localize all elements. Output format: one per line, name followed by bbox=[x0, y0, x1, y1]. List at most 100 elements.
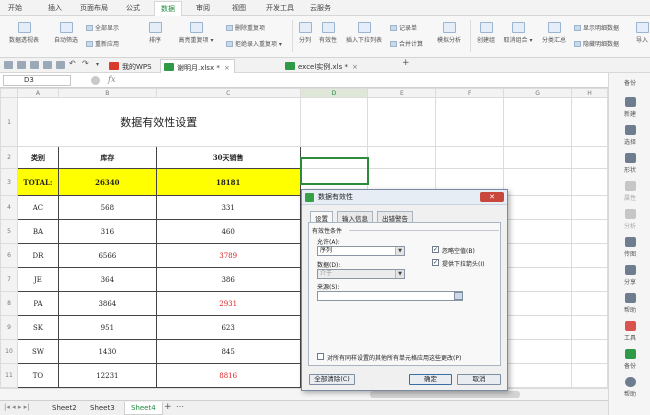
menu-tab-page-layout[interactable]: 页面布局 bbox=[80, 3, 108, 13]
cell[interactable] bbox=[570, 97, 608, 147]
row-header[interactable]: 6 bbox=[0, 243, 18, 268]
cell[interactable] bbox=[570, 195, 608, 220]
category-cell[interactable]: SW bbox=[16, 339, 59, 364]
menu-tab-insert[interactable]: 插入 bbox=[48, 3, 62, 13]
header-sales[interactable]: 30天销售 bbox=[155, 146, 301, 169]
save-icon[interactable] bbox=[30, 61, 39, 69]
menu-tab-home[interactable]: 开始 bbox=[8, 3, 22, 13]
cell[interactable] bbox=[503, 363, 572, 388]
panel-share[interactable]: 分享 bbox=[613, 265, 647, 286]
cell[interactable] bbox=[570, 363, 608, 388]
subtotal-button[interactable]: 分类汇总 bbox=[538, 22, 570, 44]
sheet-tab-sheet4[interactable]: Sheet4 bbox=[124, 402, 163, 415]
panel-help2[interactable]: 帮助 bbox=[613, 377, 647, 398]
range-picker-icon[interactable] bbox=[454, 292, 463, 300]
name-box[interactable]: D3 bbox=[3, 75, 71, 86]
row-header[interactable]: 3 bbox=[0, 168, 18, 196]
show-all-button[interactable]: 全部显示 bbox=[86, 23, 119, 32]
menu-tab-data[interactable]: 数据 bbox=[154, 1, 182, 16]
column-header-d[interactable]: D bbox=[299, 88, 369, 98]
sales-cell[interactable]: 8816 bbox=[155, 363, 301, 388]
stock-cell[interactable]: 6566 bbox=[57, 243, 157, 268]
close-tab-icon[interactable]: × bbox=[352, 63, 358, 71]
highlight-duplicates-button[interactable]: 高亮重复项 ▾ bbox=[172, 22, 220, 44]
cell[interactable] bbox=[570, 146, 608, 169]
category-cell[interactable]: TO bbox=[16, 363, 59, 388]
import-button[interactable]: 导入 bbox=[634, 22, 650, 44]
menu-tab-view[interactable]: 视图 bbox=[232, 3, 246, 13]
sales-cell[interactable]: 623 bbox=[155, 315, 301, 340]
cell[interactable] bbox=[503, 219, 572, 244]
panel-help[interactable]: 帮助 bbox=[613, 293, 647, 314]
cell[interactable] bbox=[503, 168, 572, 196]
stock-cell[interactable]: 3864 bbox=[57, 291, 157, 316]
split-columns-button[interactable]: 分列 bbox=[296, 22, 314, 44]
zoom-icon[interactable] bbox=[91, 76, 100, 85]
remove-duplicates-button[interactable]: 删除重复项 bbox=[226, 23, 265, 32]
add-sheet-icon[interactable]: + bbox=[164, 402, 172, 412]
category-cell[interactable]: PA bbox=[16, 291, 59, 316]
dropdown-arrow-checkbox[interactable]: ✓ bbox=[432, 259, 439, 266]
sheet-tab-sheet2[interactable]: Sheet2 bbox=[46, 402, 83, 415]
cell[interactable] bbox=[503, 146, 572, 169]
sheet-title[interactable]: 数据有效性设置 bbox=[16, 97, 301, 147]
cell[interactable] bbox=[435, 97, 505, 147]
cell[interactable] bbox=[503, 315, 572, 340]
auto-filter-button[interactable]: 自动筛选 bbox=[50, 22, 82, 44]
close-tab-icon[interactable]: × bbox=[224, 64, 230, 72]
panel-analysis[interactable]: 分析 bbox=[613, 209, 647, 230]
stock-cell[interactable]: 12231 bbox=[57, 363, 157, 388]
record-form-button[interactable]: 记录单 bbox=[390, 23, 417, 32]
panel-shape[interactable]: 形状 bbox=[613, 153, 647, 174]
cell[interactable] bbox=[503, 195, 572, 220]
panel-backup2[interactable]: 备份 bbox=[613, 349, 647, 370]
row-header[interactable]: 1 bbox=[0, 97, 18, 147]
source-input[interactable] bbox=[317, 291, 463, 301]
cell[interactable] bbox=[570, 267, 608, 292]
sales-cell[interactable]: 2931 bbox=[155, 291, 301, 316]
pivot-table-button[interactable]: 数据透视表 bbox=[4, 22, 44, 44]
stock-cell[interactable]: 1430 bbox=[57, 339, 157, 364]
cell[interactable] bbox=[570, 291, 608, 316]
doc-tab-mywps[interactable]: 我的WPS bbox=[106, 59, 156, 73]
cell[interactable] bbox=[435, 146, 505, 169]
column-header-f[interactable]: F bbox=[435, 88, 505, 98]
menu-tab-cloud[interactable]: 云服务 bbox=[310, 3, 331, 13]
corner-cell[interactable] bbox=[0, 88, 18, 98]
insert-dropdown-button[interactable]: 插入下拉列表 bbox=[342, 22, 386, 44]
cell[interactable] bbox=[367, 97, 437, 147]
validity-button[interactable]: 有效性 bbox=[317, 22, 339, 44]
menu-tab-developer[interactable]: 开发工具 bbox=[266, 3, 294, 13]
more-sheets-icon[interactable]: ⋯ bbox=[176, 402, 184, 411]
column-header-e[interactable]: E bbox=[367, 88, 437, 98]
scroll-thumb[interactable] bbox=[370, 391, 520, 398]
row-header[interactable]: 5 bbox=[0, 219, 18, 244]
row-header[interactable]: 9 bbox=[0, 315, 18, 340]
stock-cell[interactable]: 568 bbox=[57, 195, 157, 220]
column-header-a[interactable]: A bbox=[16, 88, 59, 98]
row-header[interactable]: 7 bbox=[0, 267, 18, 292]
menu-tab-formula[interactable]: 公式 bbox=[126, 3, 140, 13]
row-header[interactable]: 10 bbox=[0, 339, 18, 364]
stock-cell[interactable]: 316 bbox=[57, 219, 157, 244]
row-header[interactable]: 8 bbox=[0, 291, 18, 316]
data-select[interactable]: 介于 ▼ bbox=[317, 269, 405, 279]
cell[interactable] bbox=[503, 291, 572, 316]
ungroup-button[interactable]: 取消组合 ▾ bbox=[500, 22, 536, 44]
cell[interactable] bbox=[570, 168, 608, 196]
column-header-h[interactable]: H bbox=[570, 88, 608, 98]
new-tab-icon[interactable]: + bbox=[402, 58, 411, 68]
header-stock[interactable]: 库存 bbox=[57, 146, 157, 169]
total-stock[interactable]: 26340 bbox=[57, 168, 157, 196]
close-icon[interactable]: ✕ bbox=[480, 192, 504, 202]
redo-icon[interactable]: ↷ bbox=[82, 59, 91, 68]
cell[interactable] bbox=[570, 339, 608, 364]
merge-calc-button[interactable]: 合并计算 bbox=[390, 39, 423, 48]
total-label[interactable]: TOTAL: bbox=[16, 168, 59, 196]
dialog-titlebar[interactable]: 数据有效性 ✕ bbox=[302, 190, 507, 205]
column-header-g[interactable]: G bbox=[503, 88, 572, 98]
panel-new[interactable]: 新建 bbox=[613, 97, 647, 118]
category-cell[interactable]: AC bbox=[16, 195, 59, 220]
category-cell[interactable]: SK bbox=[16, 315, 59, 340]
sheet-nav-icons[interactable]: |◂ ◂ ▸ ▸| bbox=[4, 403, 29, 411]
